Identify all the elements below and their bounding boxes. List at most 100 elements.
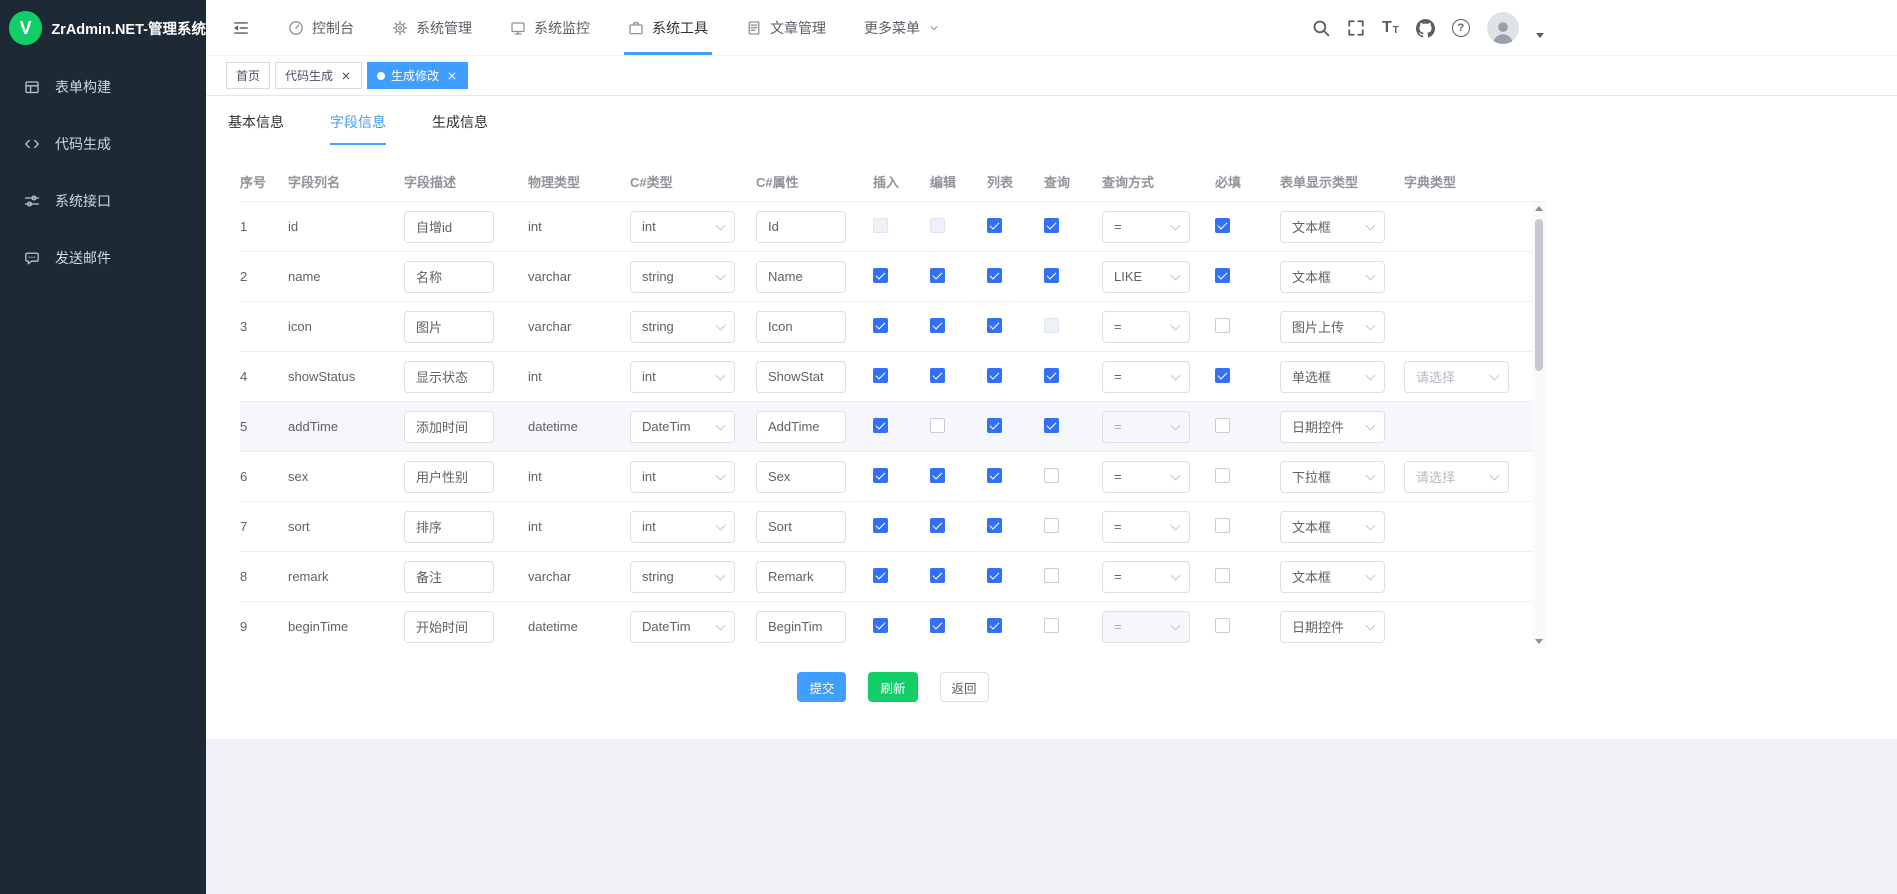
query-checkbox[interactable] <box>1044 418 1059 433</box>
submit-button[interactable]: 提交 <box>797 672 846 702</box>
query-mode-select[interactable]: = <box>1102 311 1190 343</box>
cs-type-select[interactable]: int <box>630 461 735 493</box>
field-desc-input[interactable] <box>404 561 494 593</box>
insert-checkbox[interactable] <box>873 618 888 633</box>
cs-prop-input[interactable] <box>756 361 846 393</box>
field-desc-input[interactable] <box>404 361 494 393</box>
edit-checkbox[interactable] <box>930 568 945 583</box>
sidebar-item-form-builder[interactable]: 表单构建 <box>0 58 206 115</box>
scrollbar-thumb[interactable] <box>1535 219 1543 371</box>
scroll-down-icon[interactable] <box>1535 639 1543 644</box>
query-mode-select[interactable]: = <box>1102 361 1190 393</box>
field-desc-input[interactable] <box>404 511 494 543</box>
font-size-icon[interactable] <box>1382 20 1399 36</box>
query-mode-select[interactable]: = <box>1102 461 1190 493</box>
tab-generate-info[interactable]: 生成信息 <box>432 112 488 145</box>
required-checkbox[interactable] <box>1215 418 1230 433</box>
list-checkbox[interactable] <box>987 518 1002 533</box>
required-checkbox[interactable] <box>1215 568 1230 583</box>
tag-generate-edit[interactable]: 生成修改 <box>367 62 468 89</box>
query-mode-select[interactable]: LIKE <box>1102 261 1190 293</box>
cs-prop-input[interactable] <box>756 611 846 643</box>
insert-checkbox[interactable] <box>873 268 888 283</box>
display-type-select[interactable]: 文本框 <box>1280 561 1385 593</box>
required-checkbox[interactable] <box>1215 368 1230 383</box>
query-checkbox[interactable] <box>1044 518 1059 533</box>
nav-item-more-menu[interactable]: 更多菜单 <box>864 0 940 55</box>
field-desc-input[interactable] <box>404 311 494 343</box>
list-checkbox[interactable] <box>987 418 1002 433</box>
query-checkbox[interactable] <box>1044 568 1059 583</box>
required-checkbox[interactable] <box>1215 468 1230 483</box>
avatar-caret-icon[interactable] <box>1536 33 1544 38</box>
field-desc-input[interactable] <box>404 461 494 493</box>
field-desc-input[interactable] <box>404 611 494 643</box>
insert-checkbox[interactable] <box>873 418 888 433</box>
edit-checkbox[interactable] <box>930 268 945 283</box>
cs-type-select[interactable]: int <box>630 211 735 243</box>
cs-prop-input[interactable] <box>756 411 846 443</box>
menu-fold-icon[interactable] <box>232 19 250 37</box>
query-mode-select[interactable]: = <box>1102 511 1190 543</box>
scroll-up-icon[interactable] <box>1535 206 1543 211</box>
tab-field-info[interactable]: 字段信息 <box>330 112 386 145</box>
edit-checkbox[interactable] <box>930 418 945 433</box>
field-desc-input[interactable] <box>404 411 494 443</box>
display-type-select[interactable]: 文本框 <box>1280 211 1385 243</box>
list-checkbox[interactable] <box>987 218 1002 233</box>
tag-home[interactable]: 首页 <box>226 62 270 89</box>
nav-item-article-management[interactable]: 文章管理 <box>746 0 826 55</box>
nav-item-console[interactable]: 控制台 <box>288 0 354 55</box>
list-checkbox[interactable] <box>987 268 1002 283</box>
display-type-select[interactable]: 文本框 <box>1280 261 1385 293</box>
cs-type-select[interactable]: DateTim <box>630 611 735 643</box>
display-type-select[interactable]: 单选框 <box>1280 361 1385 393</box>
cs-type-select[interactable]: int <box>630 511 735 543</box>
list-checkbox[interactable] <box>987 368 1002 383</box>
query-checkbox[interactable] <box>1044 618 1059 633</box>
required-checkbox[interactable] <box>1215 518 1230 533</box>
nav-item-system-tools[interactable]: 系统工具 <box>628 0 708 55</box>
field-desc-input[interactable] <box>404 211 494 243</box>
cs-prop-input[interactable] <box>756 511 846 543</box>
query-checkbox[interactable] <box>1044 368 1059 383</box>
required-checkbox[interactable] <box>1215 218 1230 233</box>
refresh-button[interactable]: 刷新 <box>868 672 917 702</box>
cs-type-select[interactable]: DateTim <box>630 411 735 443</box>
cs-type-select[interactable]: int <box>630 361 735 393</box>
github-icon[interactable] <box>1416 19 1435 38</box>
edit-checkbox[interactable] <box>930 618 945 633</box>
cs-type-select[interactable]: string <box>630 561 735 593</box>
cs-prop-input[interactable] <box>756 461 846 493</box>
cs-type-select[interactable]: string <box>630 311 735 343</box>
avatar[interactable] <box>1487 12 1519 44</box>
edit-checkbox[interactable] <box>930 368 945 383</box>
display-type-select[interactable]: 日期控件 <box>1280 411 1385 443</box>
back-button[interactable]: 返回 <box>940 672 989 702</box>
list-checkbox[interactable] <box>987 318 1002 333</box>
required-checkbox[interactable] <box>1215 268 1230 283</box>
query-checkbox[interactable] <box>1044 218 1059 233</box>
sidebar-item-code-generation[interactable]: 代码生成 <box>0 115 206 172</box>
search-icon[interactable] <box>1312 19 1330 37</box>
fullscreen-icon[interactable] <box>1347 19 1365 37</box>
cs-prop-input[interactable] <box>756 561 846 593</box>
required-checkbox[interactable] <box>1215 318 1230 333</box>
display-type-select[interactable]: 图片上传 <box>1280 311 1385 343</box>
table-scrollbar[interactable] <box>1532 202 1546 648</box>
close-icon[interactable] <box>445 69 458 82</box>
sidebar-item-system-api[interactable]: 系统接口 <box>0 172 206 229</box>
query-mode-select[interactable]: = <box>1102 211 1190 243</box>
list-checkbox[interactable] <box>987 468 1002 483</box>
display-type-select[interactable]: 下拉框 <box>1280 461 1385 493</box>
dict-type-select[interactable]: 请选择 <box>1404 361 1509 393</box>
field-desc-input[interactable] <box>404 261 494 293</box>
display-type-select[interactable]: 文本框 <box>1280 511 1385 543</box>
required-checkbox[interactable] <box>1215 618 1230 633</box>
list-checkbox[interactable] <box>987 618 1002 633</box>
insert-checkbox[interactable] <box>873 518 888 533</box>
query-checkbox[interactable] <box>1044 468 1059 483</box>
edit-checkbox[interactable] <box>930 518 945 533</box>
edit-checkbox[interactable] <box>930 318 945 333</box>
nav-item-system-management[interactable]: 系统管理 <box>392 0 472 55</box>
